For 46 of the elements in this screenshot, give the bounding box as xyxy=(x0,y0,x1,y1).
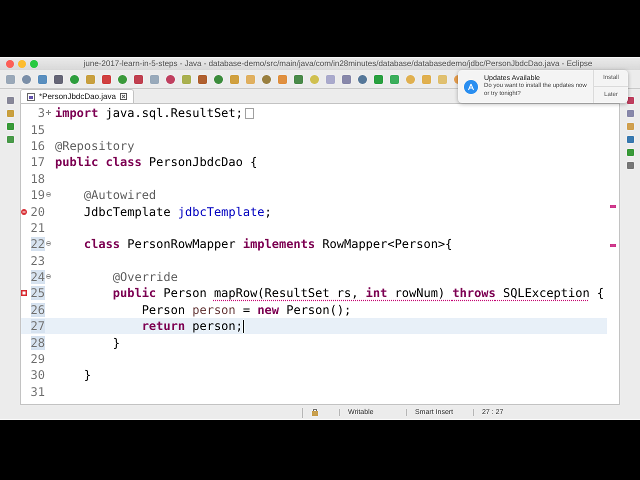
code-line: import java.sql.ResultSet; xyxy=(51,106,254,120)
code-line: return person; xyxy=(140,319,244,334)
line-number: 20 xyxy=(30,204,45,219)
code-line: class PersonRowMapper implements RowMapper<Person>{ xyxy=(82,237,452,252)
lock-icon xyxy=(311,408,319,416)
collapse-icon[interactable] xyxy=(46,274,50,279)
line-number: 21 xyxy=(30,220,45,235)
app-store-icon xyxy=(464,80,478,94)
collapse-icon[interactable] xyxy=(46,240,50,246)
expand-icon[interactable] xyxy=(46,110,50,115)
line-number: 28 xyxy=(30,336,45,350)
line-number: 29 xyxy=(30,352,45,366)
editor-tab[interactable]: *PersonJbdcDao.java xyxy=(20,89,134,103)
close-icon[interactable] xyxy=(120,93,127,100)
code-line: } xyxy=(82,368,92,382)
line-number: 24 xyxy=(30,270,45,284)
close-window-button[interactable] xyxy=(6,60,14,68)
code-line: @Autowired xyxy=(82,188,156,202)
window-title: june-2017-learn-in-5-steps - Java - database-demo/src/main/java/com/in28minutes/database/databasedemo/jdbc/PersonJbdcDao.java - Eclipse xyxy=(82,59,594,68)
java-file-icon xyxy=(27,92,35,100)
line-number: 23 xyxy=(30,254,45,268)
line-number: 22 xyxy=(30,237,45,252)
code-line: @Override xyxy=(112,270,178,284)
line-number: 16 xyxy=(30,138,45,153)
code-line: Person person = new Person(); xyxy=(140,302,352,317)
line-number: 19 xyxy=(30,188,45,202)
line-number: 26 xyxy=(30,302,45,317)
line-number: 31 xyxy=(30,384,45,399)
line-number: 17 xyxy=(30,155,45,170)
line-number: 3 xyxy=(38,106,45,120)
line-number: 25 xyxy=(30,286,45,300)
code-line: @Repository xyxy=(54,138,134,153)
code-line: public Person mapRow(ResultSet rs, int rowNum) throws SQLException { xyxy=(112,286,604,300)
line-number: 27 xyxy=(30,319,45,334)
line-number: 15 xyxy=(30,122,45,137)
overview-ruler-mark[interactable] xyxy=(610,244,616,248)
line-number: 30 xyxy=(30,368,45,382)
folded-code-icon[interactable] xyxy=(244,108,254,119)
code-line: public class PersonJbdcDao { xyxy=(54,155,258,170)
zoom-window-button[interactable] xyxy=(30,60,38,68)
text-caret xyxy=(242,320,244,333)
code-line: JdbcTemplate jdbcTemplate; xyxy=(82,204,272,219)
line-number: 18 xyxy=(30,172,45,186)
collapse-icon[interactable] xyxy=(46,192,50,197)
overview-ruler-mark[interactable] xyxy=(610,205,616,208)
code-line: } xyxy=(112,336,120,350)
